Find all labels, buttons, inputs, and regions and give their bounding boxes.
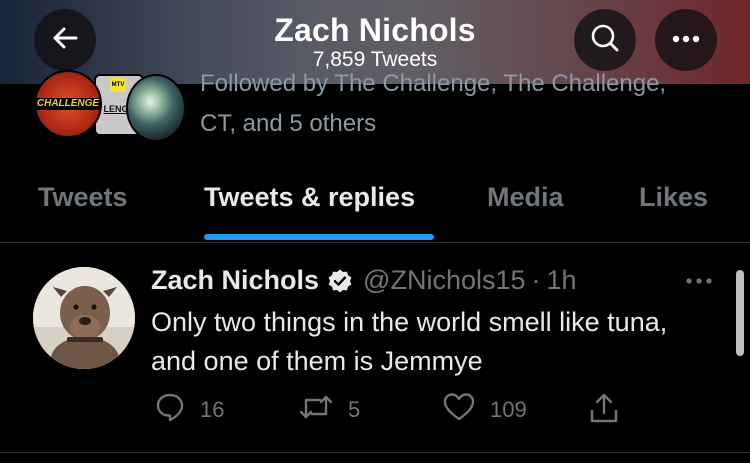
tweet-actions: 16 5 109 <box>0 391 750 431</box>
reply-button[interactable]: 16 <box>154 391 224 429</box>
avatar[interactable] <box>33 267 135 369</box>
share-icon <box>588 391 620 431</box>
reply-count: 16 <box>200 397 225 422</box>
heart-icon <box>442 391 476 429</box>
retweet-icon <box>298 391 334 429</box>
active-tab-indicator <box>204 234 434 240</box>
tab-media[interactable]: Media <box>487 182 564 213</box>
retweet-button[interactable]: 5 <box>298 391 360 429</box>
followed-by-line-2: CT, and 5 others <box>200 110 377 137</box>
dog-avatar-image <box>33 267 135 369</box>
tweet-header: Zach Nichols @ZNichols15 · 1h <box>151 265 577 296</box>
tweet[interactable]: Zach Nichols @ZNichols15 · 1h Only two t… <box>0 243 750 463</box>
author-name[interactable]: Zach Nichols <box>151 265 319 296</box>
tab-tweets[interactable]: Tweets <box>38 182 128 213</box>
tweet-more-button[interactable] <box>684 273 714 291</box>
dot-separator: · <box>531 265 541 295</box>
tweet-divider <box>0 452 750 453</box>
retweet-count: 5 <box>348 397 361 422</box>
tab-likes[interactable]: Likes <box>639 182 708 213</box>
avatar-1-text: CHALLENGE <box>36 98 100 110</box>
reply-icon <box>154 391 186 429</box>
like-count: 109 <box>490 397 527 422</box>
verified-badge-icon <box>327 268 353 294</box>
like-button[interactable]: 109 <box>442 391 527 429</box>
scrollbar[interactable] <box>736 270 744 356</box>
follower-avatar-3 <box>126 74 186 142</box>
header-clip <box>0 0 750 84</box>
tweet-timestamp[interactable]: 1h <box>547 265 577 296</box>
more-horizontal-icon <box>684 273 714 290</box>
profile-tabs: Tweets Tweets & replies Media Likes <box>0 168 750 243</box>
share-button[interactable] <box>588 391 620 431</box>
author-handle[interactable]: @ZNichols15 <box>363 265 525 296</box>
tab-tweets-and-replies[interactable]: Tweets & replies <box>204 182 415 213</box>
tweet-text: Only two things in the world smell like … <box>151 307 668 376</box>
